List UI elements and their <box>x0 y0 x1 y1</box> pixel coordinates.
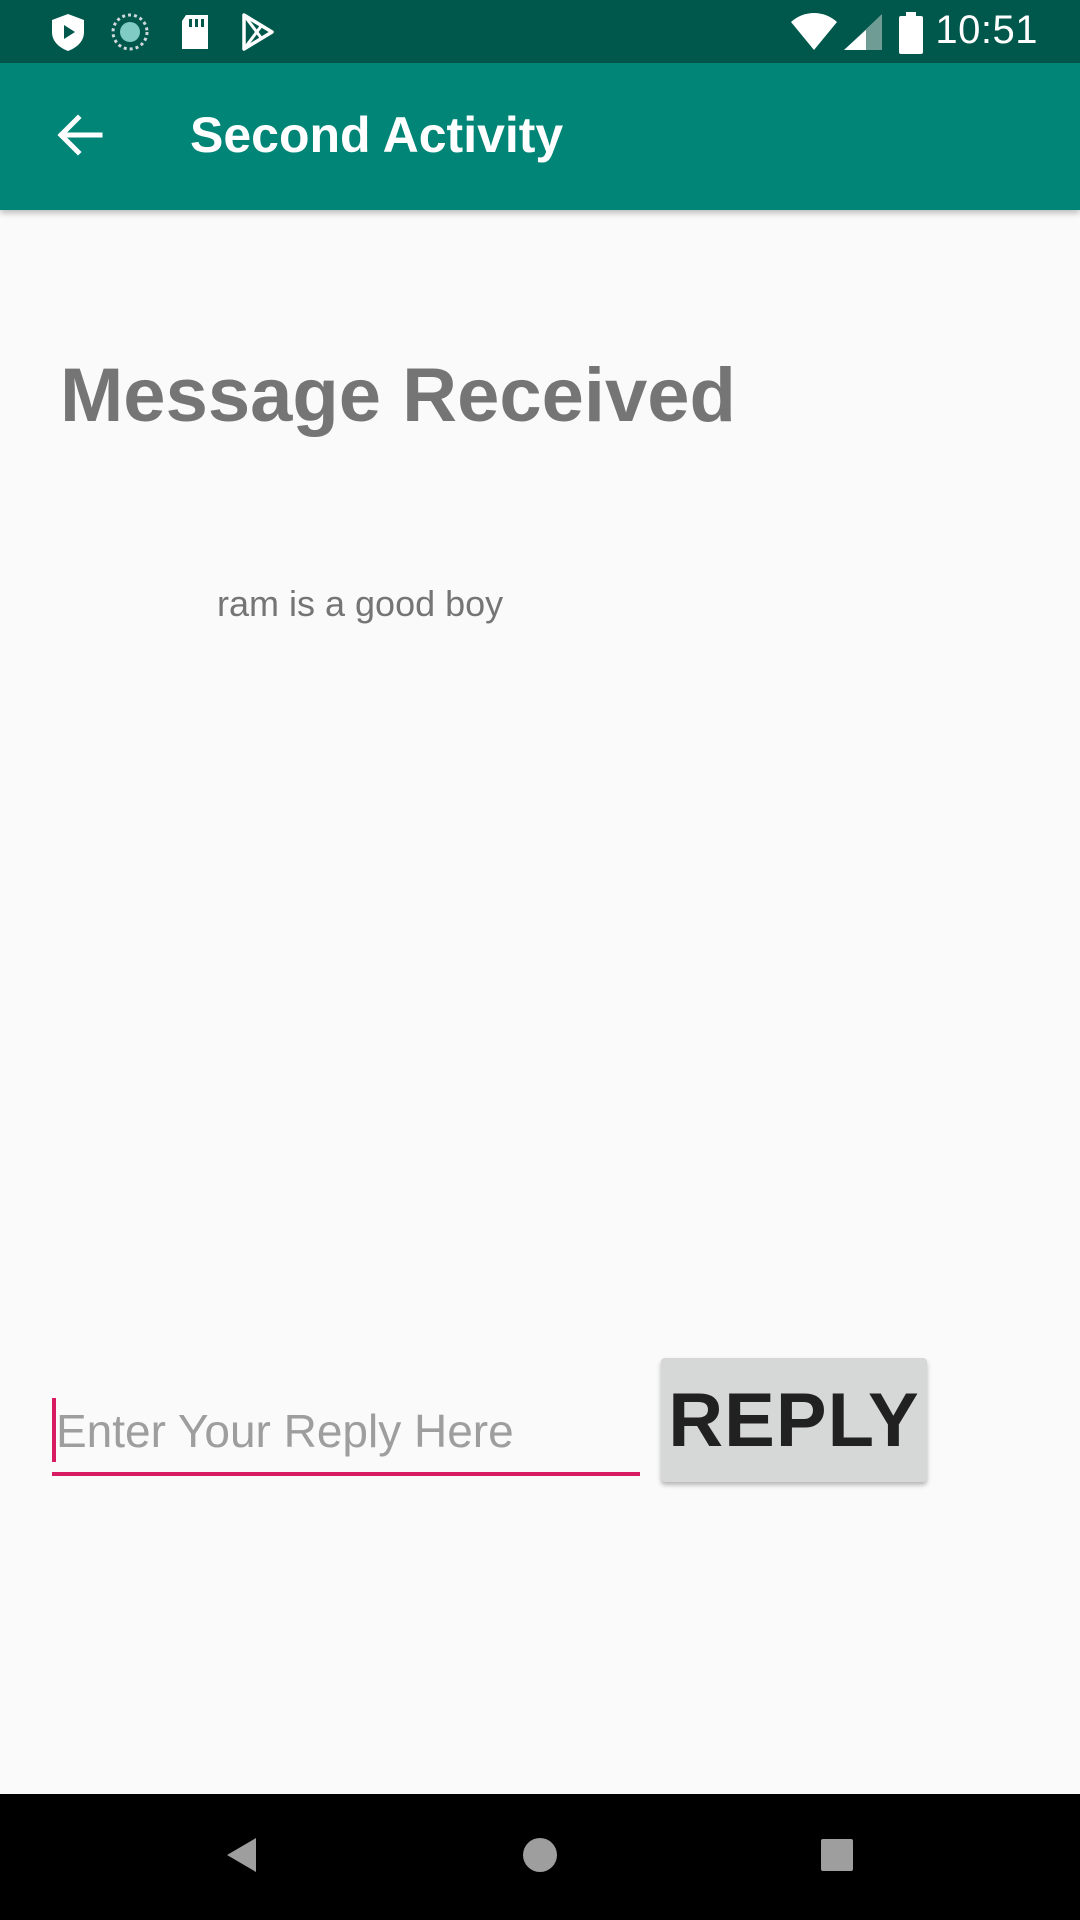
sync-icon <box>110 12 150 52</box>
navigation-bar <box>0 1794 1080 1920</box>
home-nav-button[interactable] <box>504 1821 576 1893</box>
back-nav-button[interactable] <box>206 1821 278 1893</box>
reply-input[interactable] <box>56 1390 636 1472</box>
wifi-icon <box>790 12 838 52</box>
back-button[interactable] <box>36 93 124 181</box>
back-nav-icon <box>222 1835 262 1880</box>
status-time: 10:51 <box>935 8 1038 52</box>
home-nav-icon <box>520 1835 560 1880</box>
page-title: Second Activity <box>190 107 564 163</box>
recents-nav-icon <box>817 1835 857 1880</box>
message-received-heading: Message Received <box>60 353 736 438</box>
sd-card-icon <box>176 12 216 52</box>
signal-icon <box>842 12 884 52</box>
arrow-back-icon <box>56 111 104 164</box>
recents-nav-button[interactable] <box>801 1821 873 1893</box>
play-store-icon <box>238 12 278 52</box>
app-bar: Second Activity <box>0 63 1080 210</box>
battery-icon <box>898 12 924 54</box>
screen: 10:51 Second Activity Message Received r… <box>0 0 1080 1920</box>
reply-input-container <box>52 1390 640 1476</box>
received-message-text: ram is a good boy <box>217 583 504 624</box>
status-bar: 10:51 <box>0 0 1080 63</box>
shield-icon <box>48 12 88 52</box>
reply-button[interactable]: REPLY <box>661 1358 927 1482</box>
